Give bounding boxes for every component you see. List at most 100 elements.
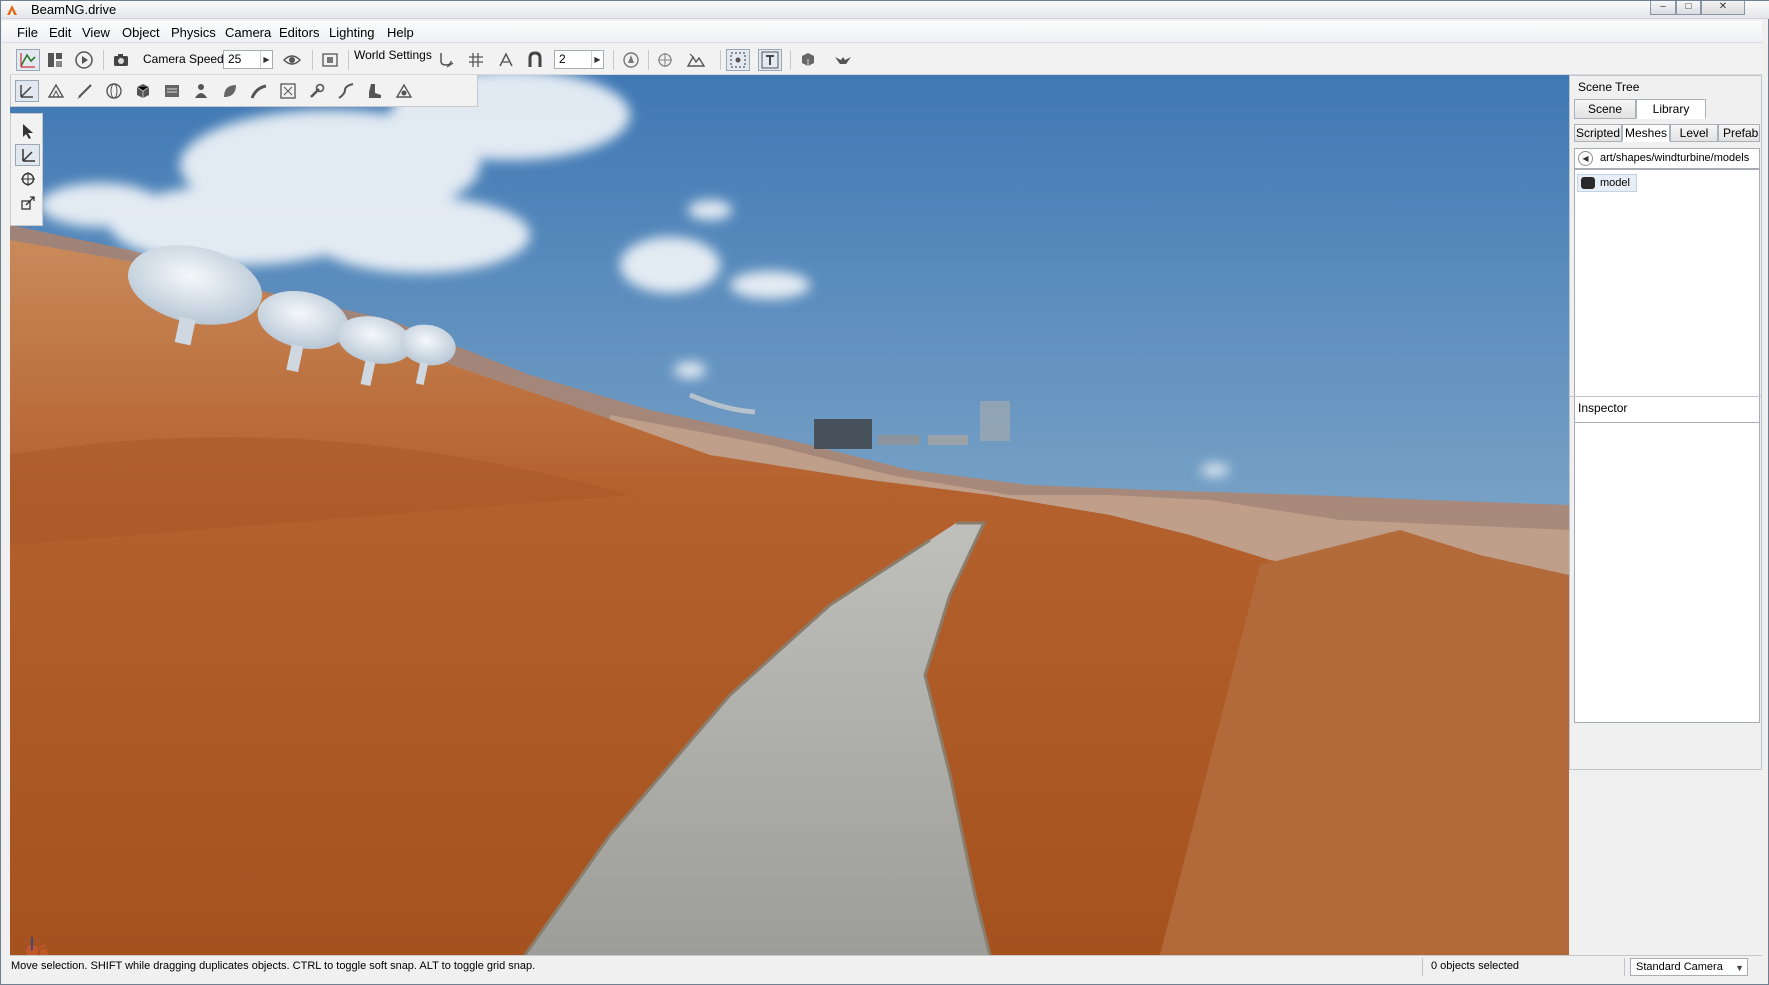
road-editor-button[interactable]	[247, 80, 271, 102]
arrow-cursor-icon	[22, 124, 33, 139]
world-center-button[interactable]	[653, 49, 677, 71]
shape-editor-button[interactable]	[363, 80, 387, 102]
inspector-header: Inspector	[1570, 396, 1761, 416]
viewport-3d[interactable]	[10, 75, 1569, 955]
mesh-road-button[interactable]	[102, 80, 126, 102]
forest-editor-button[interactable]	[218, 80, 242, 102]
library-path-field[interactable]: ◀ art/shapes/windturbine/models	[1574, 148, 1760, 169]
visibility-button[interactable]	[280, 49, 304, 71]
play-icon	[75, 51, 93, 69]
world-editor-button[interactable]	[16, 49, 40, 71]
camera-mode-select[interactable]: Standard Camera ▼	[1630, 958, 1748, 976]
grid-icon	[469, 53, 483, 67]
river-editor-button[interactable]	[334, 80, 358, 102]
triangle-shape-icon	[395, 83, 413, 98]
tab-meshes[interactable]: Meshes	[1622, 124, 1670, 142]
selection-bounds-button[interactable]	[726, 49, 750, 71]
material-editor-button[interactable]	[131, 80, 155, 102]
close-button[interactable]: ✕	[1701, 1, 1745, 15]
back-arrow-icon[interactable]: ◀	[1578, 151, 1593, 166]
rotate-tool[interactable]	[15, 168, 40, 190]
paint-brush-icon	[77, 84, 92, 99]
tab-level[interactable]: Level	[1670, 124, 1718, 142]
terrain-painter-button[interactable]	[73, 80, 97, 102]
chevron-down-icon: ▼	[1735, 963, 1744, 973]
camera-speed-label: Camera Speed	[143, 52, 224, 66]
menu-bar: File Edit View Object Physics Camera Edi…	[2, 21, 1762, 43]
library-path-text: art/shapes/windturbine/models	[1600, 152, 1750, 164]
list-item[interactable]: model	[1577, 174, 1637, 192]
sphere-icon	[106, 83, 122, 99]
particle-editor-button[interactable]	[189, 80, 213, 102]
grid-size-arrow-icon[interactable]: ▶	[591, 51, 603, 68]
terrain-snap-button[interactable]	[684, 49, 708, 71]
menu-physics[interactable]: Physics	[171, 25, 216, 40]
menu-object[interactable]: Object	[122, 25, 160, 40]
fit-view-button[interactable]	[318, 49, 342, 71]
menu-editors[interactable]: Editors	[279, 25, 319, 40]
camera-button[interactable]	[109, 49, 133, 71]
grid-size-value: 2	[559, 52, 566, 66]
menu-file[interactable]: File	[17, 25, 38, 40]
bounds-snap-button[interactable]	[494, 49, 518, 71]
text-icon	[761, 51, 779, 69]
drop-object-button[interactable]	[796, 49, 820, 71]
main-toolbar: Camera Speed 25 ▶ World Settings 2 ▶	[10, 45, 1762, 75]
eye-icon	[283, 55, 301, 65]
scale-gizmo-icon	[20, 196, 35, 210]
decal-editor-button[interactable]	[276, 80, 300, 102]
menu-camera[interactable]: Camera	[225, 25, 271, 40]
minimize-button[interactable]: –	[1650, 1, 1676, 15]
snap-terrain-icon	[440, 53, 454, 68]
vehicle-editor-button[interactable]	[392, 80, 416, 102]
camera-speed-arrow-icon[interactable]: ▶	[260, 51, 272, 68]
scene-render[interactable]	[10, 75, 1569, 955]
scene-tree-title: Scene Tree	[1578, 80, 1640, 94]
maximize-button[interactable]: □	[1676, 1, 1701, 15]
tab-scene[interactable]: Scene	[1574, 99, 1636, 119]
menu-lighting[interactable]: Lighting	[329, 25, 375, 40]
scale-tool[interactable]	[15, 192, 40, 214]
decal-frame-icon	[280, 83, 296, 99]
terrain-triangle-icon	[47, 83, 65, 98]
play-button[interactable]	[72, 49, 96, 71]
terrain-editor-button[interactable]	[44, 80, 68, 102]
menu-view[interactable]: View	[82, 25, 110, 40]
wrench-icon	[310, 83, 325, 98]
world-editor-icon	[20, 53, 36, 68]
menu-edit[interactable]: Edit	[49, 25, 71, 40]
navmesh-editor-button[interactable]	[305, 80, 329, 102]
crosshair-icon	[658, 53, 672, 67]
camera-speed-value: 25	[228, 52, 242, 66]
tab-scripted[interactable]: Scripted	[1574, 124, 1622, 142]
tab-library[interactable]: Library	[1636, 99, 1706, 119]
selection-bounds-icon	[730, 52, 746, 68]
move-tool[interactable]	[15, 144, 40, 166]
person-icon	[195, 84, 207, 98]
data-block-icon	[165, 85, 179, 97]
selection-count: 0 objects selected	[1431, 960, 1520, 972]
editor-tools-toolbar	[10, 75, 478, 107]
boot-icon	[369, 84, 381, 98]
object-text-button[interactable]	[758, 49, 782, 71]
camera-speed-input[interactable]: 25 ▶	[223, 50, 273, 69]
inspector-title: Inspector	[1578, 401, 1628, 415]
bird-view-button[interactable]	[828, 49, 858, 71]
datablock-editor-button[interactable]	[160, 80, 184, 102]
grid-size-input[interactable]: 2 ▶	[554, 50, 604, 69]
menu-help[interactable]: Help	[387, 25, 414, 40]
magnet-snap-button[interactable]	[523, 49, 547, 71]
inspector-content	[1574, 422, 1760, 723]
scene-tree-panel: Scene Tree Scene Library Scripted Meshes…	[1569, 75, 1762, 770]
grid-snap-button[interactable]	[464, 49, 488, 71]
axis-gizmo-icon	[20, 85, 33, 98]
snap-terrain-button[interactable]	[434, 49, 458, 71]
object-editor-button[interactable]	[15, 80, 39, 102]
camera-mode-value: Standard Camera	[1636, 961, 1723, 973]
fit-view-icon	[322, 53, 338, 67]
gui-editor-button[interactable]	[43, 49, 67, 71]
object-center-button[interactable]	[619, 49, 643, 71]
tab-prefabs[interactable]: Prefabs	[1718, 124, 1760, 142]
select-tool[interactable]	[15, 120, 40, 142]
world-settings-label[interactable]: World Settings	[354, 48, 432, 62]
